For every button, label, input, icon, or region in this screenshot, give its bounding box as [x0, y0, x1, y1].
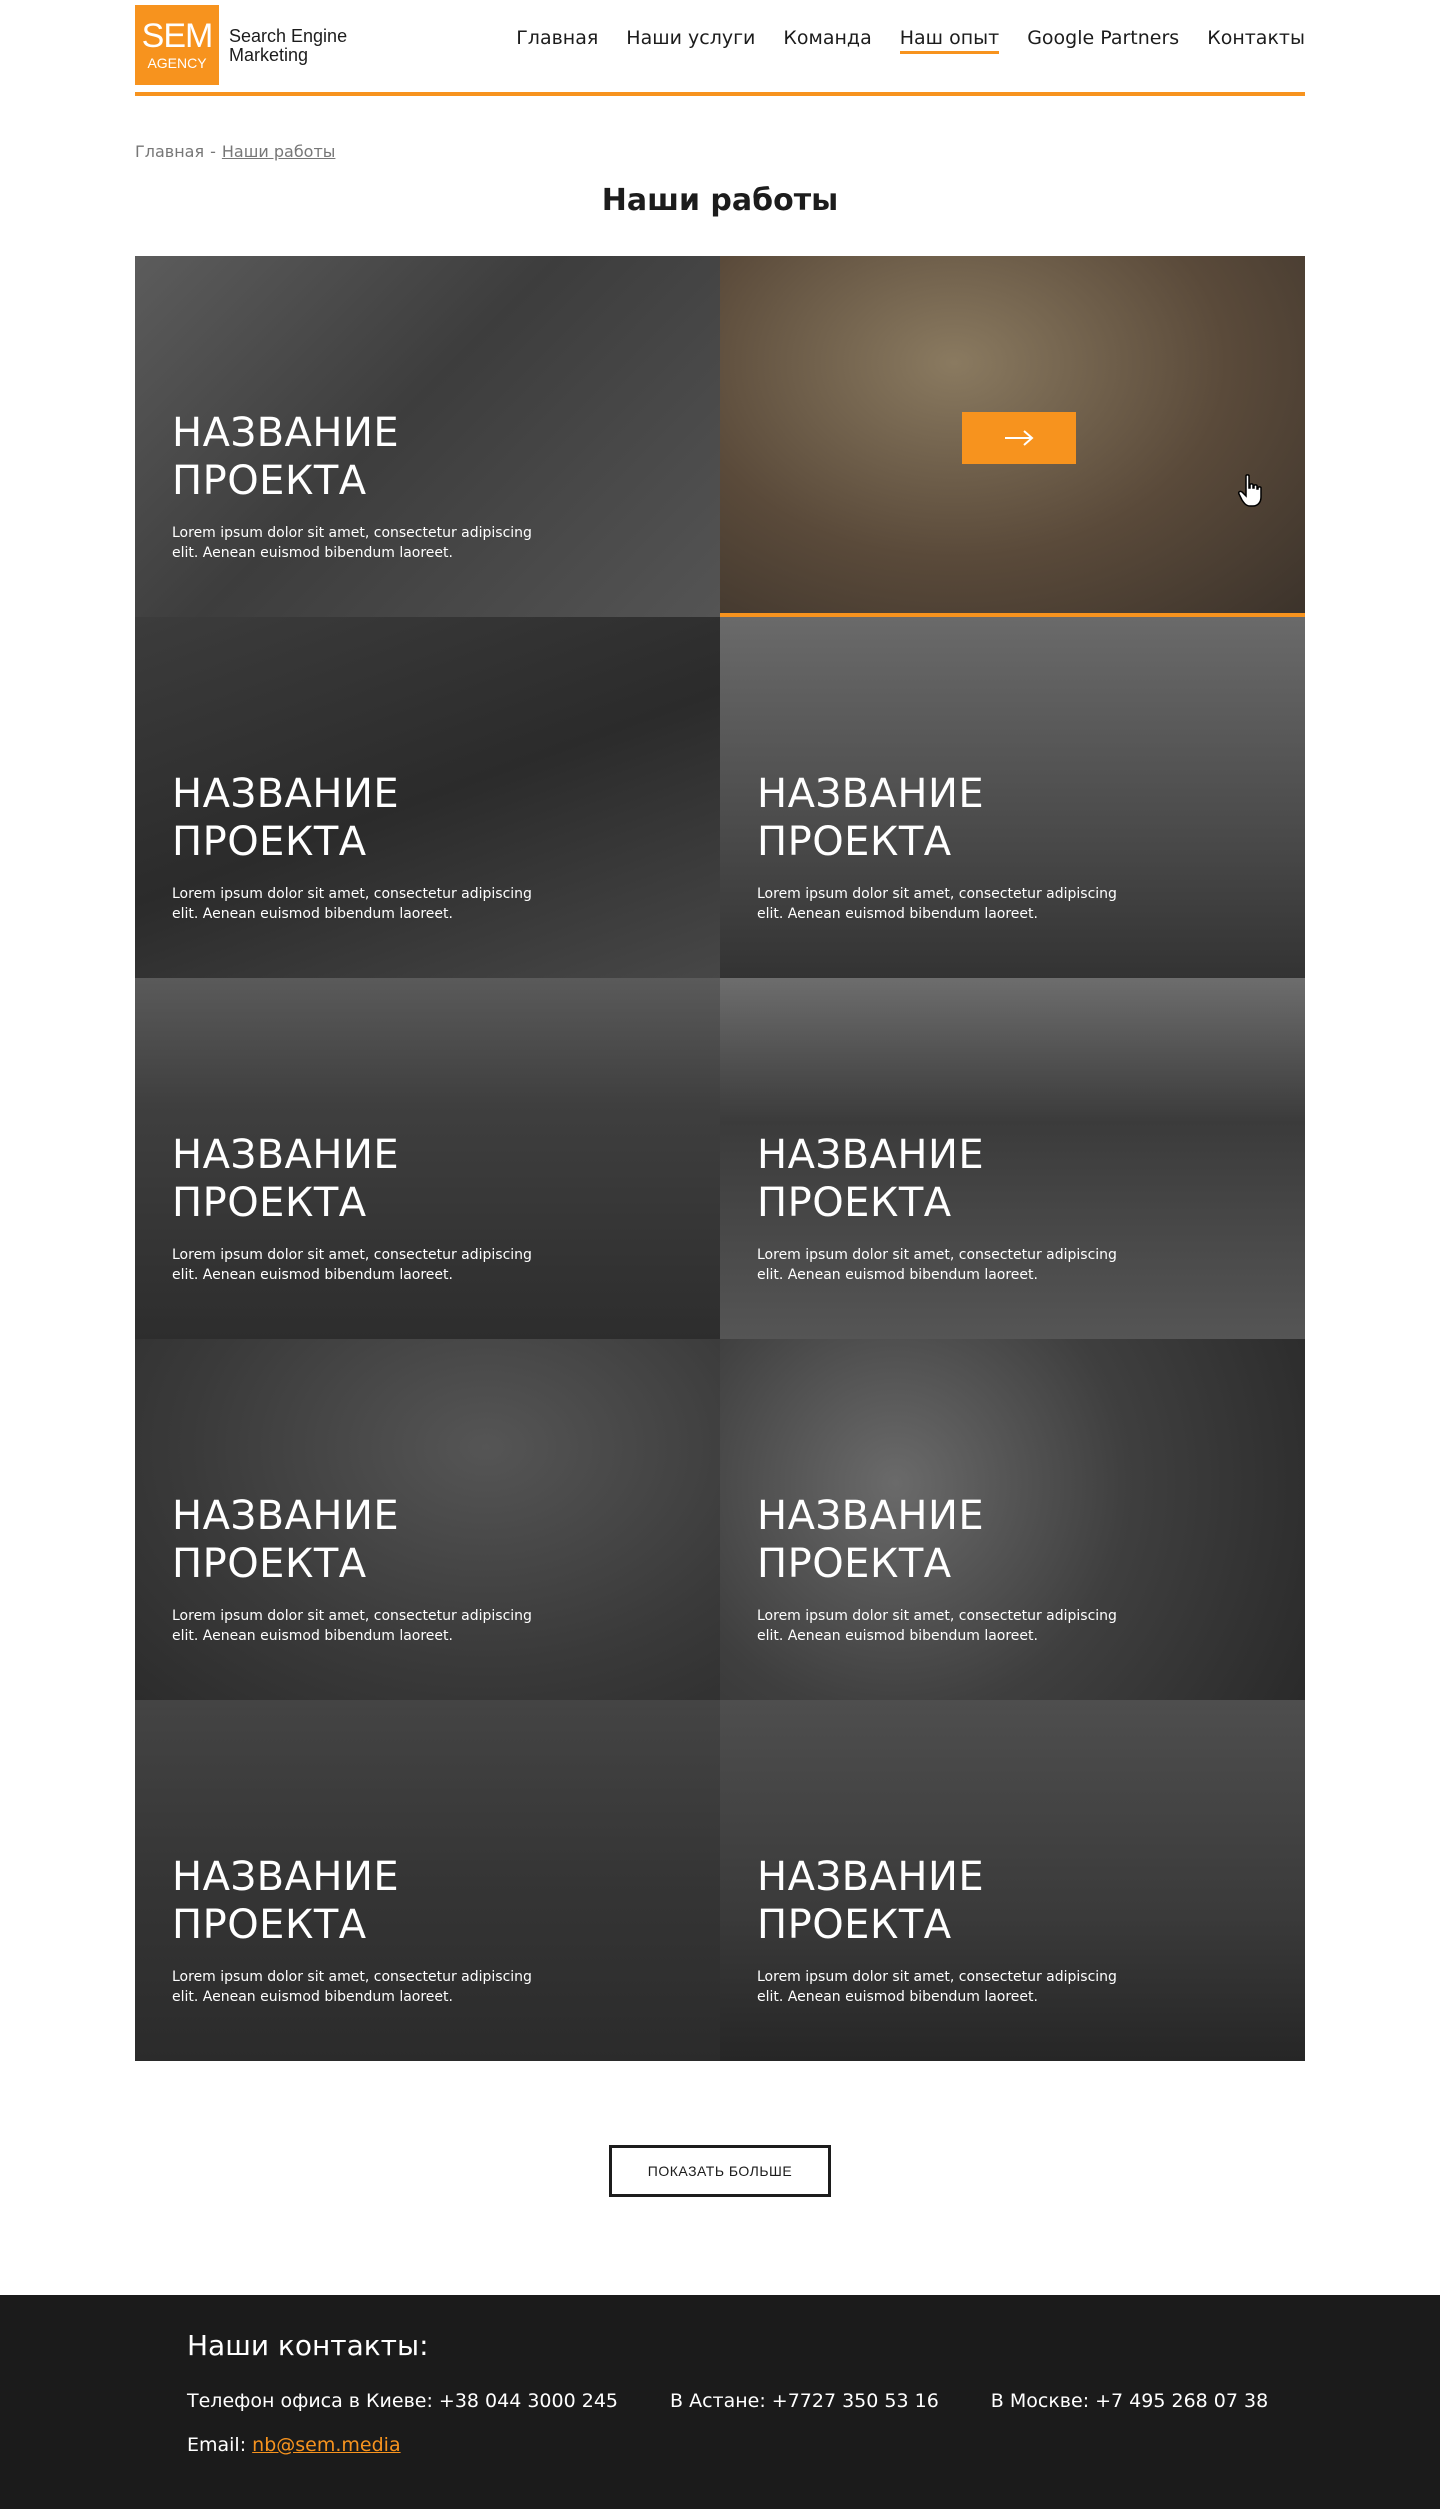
main-nav: Главная Наши услуги Команда Наш опыт Goo… [516, 27, 1305, 54]
project-title: НАЗВАНИЕ ПРОЕКТА [757, 1493, 985, 1587]
project-title: НАЗВАНИЕ ПРОЕКТА [172, 1493, 400, 1587]
site-footer: Наши контакты: Телефон офиса в Киеве: +3… [0, 2295, 1440, 2509]
projects-grid: НАЗВАНИЕ ПРОЕКТА Lorem ipsum dolor sit am… [135, 256, 1305, 2061]
email-link[interactable]: nb@sem.media [252, 2434, 400, 2456]
project-title: НАЗВАНИЕ ПРОЕКТА [172, 771, 400, 865]
breadcrumb-home[interactable]: Главная [135, 142, 204, 161]
phone-astana: В Астане: +7727 350 53 16 [670, 2390, 939, 2412]
nav-item-services[interactable]: Наши услуги [626, 27, 755, 54]
logo-tagline: Search Engine Marketing [229, 27, 347, 65]
footer-email: Email: nb@sem.media [187, 2434, 1305, 2456]
project-title: НАЗВАНИЕ ПРОЕКТА [172, 410, 400, 504]
project-description: Lorem ipsum dolor sit amet, consectetur … [757, 1969, 1117, 2005]
project-card-content: НАЗВАНИЕ ПРОЕКТА Lorem ipsum dolor sit am… [172, 1492, 532, 1646]
site-header: SEM AGENCY Search Engine Marketing Главн… [135, 0, 1305, 96]
project-description: Lorem ipsum dolor sit amet, consectetur … [757, 1608, 1117, 1644]
nav-item-home[interactable]: Главная [516, 27, 598, 54]
show-more-wrapper: ПОКАЗАТЬ БОЛЬШЕ [135, 2145, 1305, 2197]
breadcrumb: Главная - Наши работы [135, 142, 1305, 161]
project-card-content: НАЗВАНИЕ ПРОЕКТА Lorem ipsum dolor sit am… [757, 770, 1117, 924]
project-description: Lorem ipsum dolor sit amet, consectetur … [757, 1247, 1117, 1283]
breadcrumb-current[interactable]: Наши работы [222, 142, 336, 161]
project-card-content: НАЗВАНИЕ ПРОЕКТА Lorem ipsum dolor sit am… [757, 1131, 1117, 1285]
logo-mark: SEM AGENCY [135, 5, 219, 85]
project-description: Lorem ipsum dolor sit amet, consectetur … [172, 886, 532, 922]
project-card-content: НАЗВАНИЕ ПРОЕКТА Lorem ipsum dolor sit am… [172, 1853, 532, 2007]
phone-moscow: В Москве: +7 495 268 07 38 [990, 2390, 1269, 2412]
project-description: Lorem ipsum dolor sit amet, consectetur … [172, 525, 532, 561]
project-card[interactable]: НАЗВАНИЕ ПРОЕКТА Lorem ipsum dolor sit am… [720, 978, 1305, 1339]
project-card[interactable]: НАЗВАНИЕ ПРОЕКТА Lorem ipsum dolor sit am… [135, 1339, 720, 1700]
footer-title: Наши контакты: [187, 2329, 429, 2362]
project-description: Lorem ipsum dolor sit amet, consectetur … [757, 886, 1117, 922]
project-card[interactable]: НАЗВАНИЕ ПРОЕКТА Lorem ipsum dolor sit am… [720, 1339, 1305, 1700]
logo-line-1: Search Engine [229, 26, 348, 46]
logo[interactable]: SEM AGENCY Search Engine Marketing [135, 5, 347, 85]
project-card-content: НАЗВАНИЕ ПРОЕКТА Lorem ipsum dolor sit am… [172, 1131, 532, 1285]
project-title: НАЗВАНИЕ ПРОЕКТА [172, 1132, 400, 1226]
project-description: Lorem ipsum dolor sit amet, consectetur … [172, 1247, 532, 1283]
project-card-content: НАЗВАНИЕ ПРОЕКТА Lorem ipsum dolor sit am… [757, 1492, 1117, 1646]
phone-kiev: Телефон офиса в Киеве: +38 044 3000 245 [187, 2390, 618, 2412]
project-description: Lorem ipsum dolor sit amet, consectetur … [172, 1969, 532, 2005]
project-title: НАЗВАНИЕ ПРОЕКТА [757, 771, 985, 865]
project-description: Lorem ipsum dolor sit amet, consectetur … [172, 1608, 532, 1644]
footer-content: Наши контакты: Телефон офиса в Киеве: +3… [135, 2295, 1305, 2456]
project-card[interactable]: НАЗВАНИЕ ПРОЕКТА Lorem ipsum dolor sit am… [135, 256, 720, 617]
project-card[interactable]: НАЗВАНИЕ ПРОЕКТА Lorem ipsum dolor sit am… [720, 617, 1305, 978]
nav-item-team[interactable]: Команда [783, 27, 871, 54]
hand-pointer-icon [1238, 474, 1262, 507]
breadcrumb-separator: - [210, 142, 216, 161]
project-card[interactable]: НАЗВАНИЕ ПРОЕКТА Lorem ipsum dolor sit am… [135, 617, 720, 978]
nav-item-google-partners[interactable]: Google Partners [1027, 27, 1179, 54]
project-title: НАЗВАНИЕ ПРОЕКТА [757, 1854, 985, 1948]
logo-line-2: Marketing [229, 45, 309, 65]
arrow-right-icon [1005, 430, 1034, 446]
project-card[interactable]: НАЗВАНИЕ ПРОЕКТА Lorem ipsum dolor sit am… [720, 1700, 1305, 2061]
open-project-button[interactable] [962, 412, 1076, 464]
project-title: НАЗВАНИЕ ПРОЕКТА [172, 1854, 400, 1948]
logo-agency-text: AGENCY [147, 55, 207, 71]
project-card-content: НАЗВАНИЕ ПРОЕКТА Lorem ipsum dolor sit am… [757, 1853, 1117, 2007]
project-card[interactable]: НАЗВАНИЕ ПРОЕКТА Lorem ipsum dolor sit am… [135, 978, 720, 1339]
nav-item-contacts[interactable]: Контакты [1207, 27, 1305, 54]
project-card-content: НАЗВАНИЕ ПРОЕКТА Lorem ipsum dolor sit am… [172, 409, 532, 563]
project-title: НАЗВАНИЕ ПРОЕКТА [757, 1132, 985, 1226]
project-card[interactable]: НАЗВАНИЕ ПРОЕКТА Lorem ipsum dolor sit am… [135, 1700, 720, 2061]
project-card-content: НАЗВАНИЕ ПРОЕКТА Lorem ipsum dolor sit am… [172, 770, 532, 924]
email-label: Email: [187, 2434, 247, 2456]
logo-sem-text: SEM [141, 17, 214, 55]
project-card-hovered[interactable] [720, 256, 1305, 617]
nav-item-experience[interactable]: Наш опыт [899, 27, 1000, 54]
page-title: Наши работы [601, 183, 839, 218]
show-more-button[interactable]: ПОКАЗАТЬ БОЛЬШЕ [609, 2145, 831, 2197]
footer-phones: Телефон офиса в Киеве: +38 044 3000 245 … [187, 2390, 1305, 2412]
